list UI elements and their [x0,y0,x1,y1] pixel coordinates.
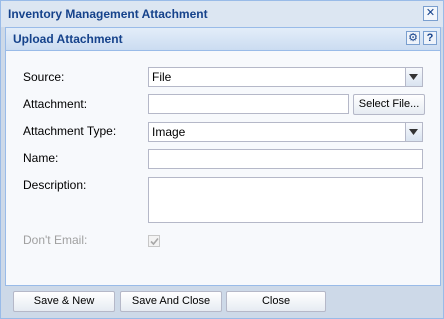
window-title: Inventory Management Attachment [8,7,208,21]
attachment-label: Attachment: [23,97,88,111]
name-label: Name: [23,151,59,165]
attachment-window: Inventory Management Attachment ✕ Upload… [0,0,444,319]
dont-email-label: Don't Email: [23,233,88,247]
chevron-down-icon[interactable] [405,123,422,141]
description-textarea[interactable] [148,177,423,223]
close-button[interactable]: Close [226,291,326,312]
attachment-type-combo[interactable]: Image [148,122,423,142]
dont-email-checkbox[interactable] [148,235,160,247]
source-value: File [152,70,172,84]
window-titlebar: Inventory Management Attachment ✕ [1,1,443,27]
select-file-button[interactable]: Select File... [353,94,425,115]
attachment-type-label: Attachment Type: [23,124,117,138]
close-icon[interactable]: ✕ [423,6,438,21]
name-field[interactable] [148,149,423,169]
attachment-type-value: Image [152,125,186,139]
footer-toolbar: Save & New Save And Close Close [1,285,443,318]
gear-icon[interactable]: ⚙ [406,31,420,45]
panel-header: Upload Attachment ⚙ ? [6,28,440,51]
panel-title: Upload Attachment [13,32,123,46]
checkmark-icon [150,237,159,246]
save-and-new-button[interactable]: Save & New [13,291,115,312]
description-label: Description: [23,178,87,192]
chevron-down-icon[interactable] [405,68,422,86]
source-combo[interactable]: File [148,67,423,87]
help-icon[interactable]: ? [423,31,437,45]
attachment-field[interactable] [148,94,349,114]
source-label: Source: [23,70,65,84]
save-and-close-button[interactable]: Save And Close [120,291,222,312]
